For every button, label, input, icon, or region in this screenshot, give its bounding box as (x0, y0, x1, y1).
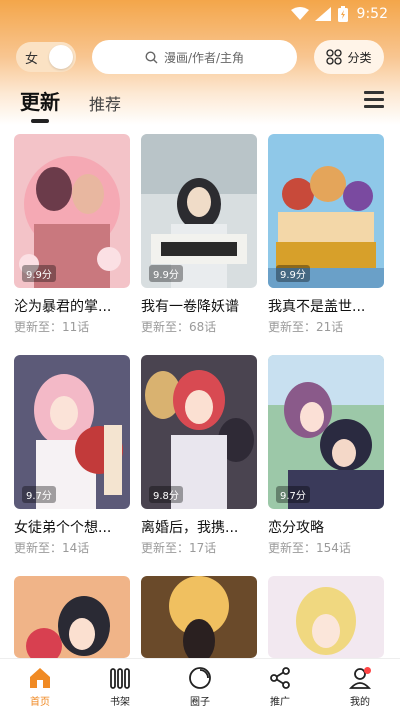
comic-cover[interactable]: 9.9分 (268, 134, 384, 288)
circle-icon (189, 667, 211, 689)
nav-circle[interactable]: 圈子 (160, 659, 240, 718)
comic-update: 更新至：154话 (268, 541, 351, 555)
gender-toggle[interactable]: 女 (16, 42, 76, 72)
cover-image (268, 576, 384, 658)
nav-bookshelf[interactable]: 书架 (80, 659, 160, 718)
rating-badge: 9.9分 (22, 265, 56, 282)
nav-profile[interactable]: 我的 (320, 659, 400, 718)
comic-cover[interactable]: 9.7分 (268, 355, 384, 509)
tab-update[interactable]: 更新 (20, 86, 60, 115)
comic-card[interactable] (268, 576, 384, 658)
nav-home[interactable]: 首页 (0, 659, 80, 718)
nav-profile-label: 我的 (350, 697, 370, 708)
comic-cover[interactable]: 9.7分 (14, 355, 130, 509)
comic-title[interactable]: 离婚后，我携... (141, 517, 257, 536)
nav-bookshelf-label: 书架 (110, 697, 130, 708)
rating-badge: 9.9分 (276, 265, 310, 282)
gender-toggle-label: 女 (25, 51, 39, 67)
signal-icon (314, 7, 331, 21)
status-bar: 9:52 (0, 0, 400, 28)
comic-card[interactable]: 9.7分 恋分攻略 更新至：154话 (268, 355, 384, 556)
comic-update: 更新至：17话 (141, 541, 217, 555)
rating-badge: 9.7分 (22, 486, 56, 503)
category-button[interactable]: 分类 (314, 40, 384, 74)
search-input[interactable]: 漫画/作者/主角 (92, 40, 297, 74)
category-label: 分类 (347, 50, 372, 65)
comic-card[interactable] (141, 576, 257, 658)
rating-badge: 9.8分 (149, 486, 183, 503)
comic-card[interactable]: 9.7分 女徒弟个个想... 更新至：14话 (14, 355, 130, 556)
wifi-icon (290, 7, 309, 20)
tabs-row: 更新 推荐 (0, 86, 400, 123)
comic-update: 更新至：21话 (268, 320, 344, 334)
nav-promote[interactable]: 推广 (240, 659, 320, 718)
toggle-knob (49, 45, 73, 69)
comic-card[interactable] (14, 576, 130, 658)
comic-cover[interactable]: 9.9分 (14, 134, 130, 288)
comic-update: 更新至：11话 (14, 320, 90, 334)
comic-card[interactable]: 9.9分 我真不是盖世... 更新至：21话 (268, 134, 384, 335)
home-icon (30, 668, 50, 688)
comic-card[interactable]: 9.9分 我有一卷降妖谱 更新至：68话 (141, 134, 257, 335)
share-icon (270, 667, 290, 689)
bottom-nav: 首页 书架 圈子 推广 我的 (0, 658, 400, 718)
nav-home-label: 首页 (30, 697, 50, 708)
rating-badge: 9.9分 (149, 265, 183, 282)
rating-badge: 9.7分 (276, 486, 310, 503)
comic-cover[interactable] (14, 576, 130, 658)
category-icon (326, 49, 343, 65)
comic-update: 更新至：14话 (14, 541, 90, 555)
search-row: 女 漫画/作者/主角 分类 (0, 40, 400, 74)
search-icon (145, 50, 158, 63)
comic-title[interactable]: 女徒弟个个想... (14, 517, 130, 536)
tab-indicator (31, 119, 49, 123)
comic-title[interactable]: 恋分攻略 (268, 517, 384, 536)
notification-dot (364, 667, 371, 674)
bookshelf-icon (110, 668, 130, 689)
comic-cover[interactable]: 9.8分 (141, 355, 257, 509)
comic-card[interactable]: 9.9分 沦为暴君的掌... 更新至：11话 (14, 134, 130, 335)
comic-update: 更新至：68话 (141, 320, 217, 334)
comic-cover[interactable]: 9.9分 (141, 134, 257, 288)
nav-promote-label: 推广 (270, 697, 290, 708)
tab-recommend[interactable]: 推荐 (89, 91, 121, 115)
comic-title[interactable]: 我有一卷降妖谱 (141, 296, 257, 315)
comic-title[interactable]: 沦为暴君的掌... (14, 296, 130, 315)
comic-cover[interactable] (141, 576, 257, 658)
comic-cover[interactable] (268, 576, 384, 658)
search-placeholder: 漫画/作者/主角 (163, 50, 245, 65)
battery-icon (337, 6, 348, 22)
cover-image (141, 576, 257, 658)
nav-circle-label: 圈子 (190, 697, 210, 708)
comic-card[interactable]: 9.8分 离婚后，我携... 更新至：17话 (141, 355, 257, 556)
menu-icon[interactable] (364, 91, 386, 111)
cover-image (14, 576, 130, 658)
status-time: 9:52 (356, 6, 388, 22)
comic-title[interactable]: 我真不是盖世... (268, 296, 384, 315)
